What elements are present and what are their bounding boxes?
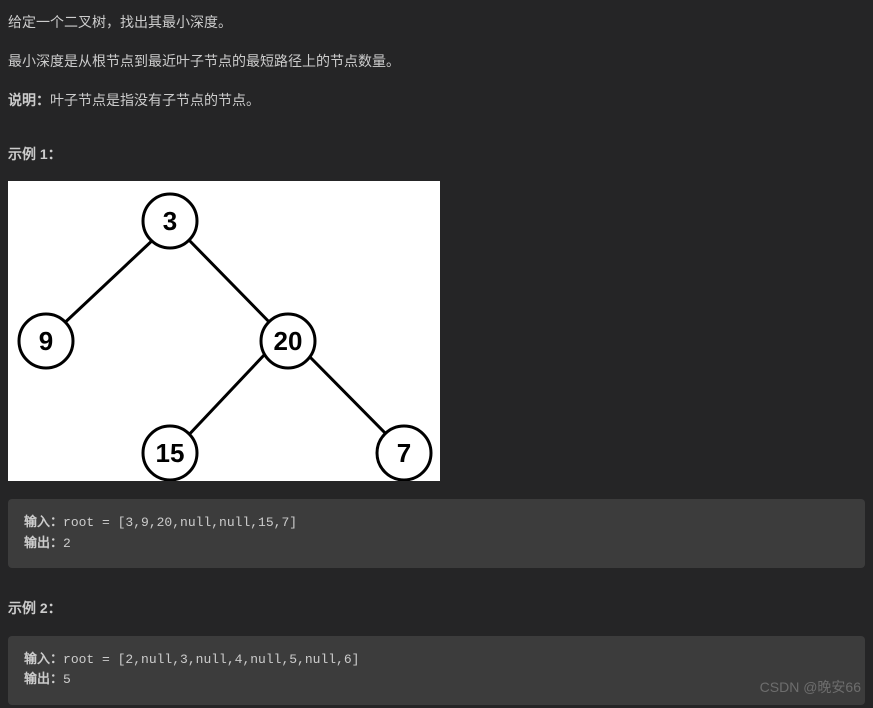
tree-node-value: 3 [163,206,177,236]
tree-node-value: 20 [274,326,303,356]
problem-note: 说明：叶子节点是指没有子节点的节点。 [8,88,865,113]
example-2-code: 输入：root = [2,null,3,null,4,null,5,null,6… [8,636,865,706]
tree-edge [186,237,276,329]
example-1-code: 输入：root = [3,9,20,null,null,15,7] 输出：2 [8,499,865,569]
output-label: 输出： [24,672,63,687]
note-text: 叶子节点是指没有子节点的节点。 [50,92,260,108]
input-value: root = [3,9,20,null,null,15,7] [63,515,297,530]
input-label: 输入： [24,515,63,530]
problem-statement-line2: 最小深度是从根节点到最近叶子节点的最短路径上的节点数量。 [8,49,865,74]
note-label: 说明： [8,92,50,108]
output-value: 5 [63,672,71,687]
output-label: 输出： [24,536,63,551]
binary-tree-diagram: 3 9 20 15 7 [8,181,440,481]
input-label: 输入： [24,652,63,667]
watermark: CSDN @晚安66 [760,675,861,700]
tree-edge [58,237,156,329]
tree-edge [183,353,266,441]
tree-node-value: 15 [156,438,185,468]
tree-edge [306,353,393,441]
input-value: root = [2,null,3,null,4,null,5,null,6] [63,652,359,667]
output-value: 2 [63,536,71,551]
problem-statement-line1: 给定一个二叉树，找出其最小深度。 [8,10,865,35]
tree-node-value: 9 [39,326,53,356]
example-2-heading: 示例 2： [8,596,865,621]
example-1-heading: 示例 1： [8,142,865,167]
tree-node-value: 7 [397,438,411,468]
